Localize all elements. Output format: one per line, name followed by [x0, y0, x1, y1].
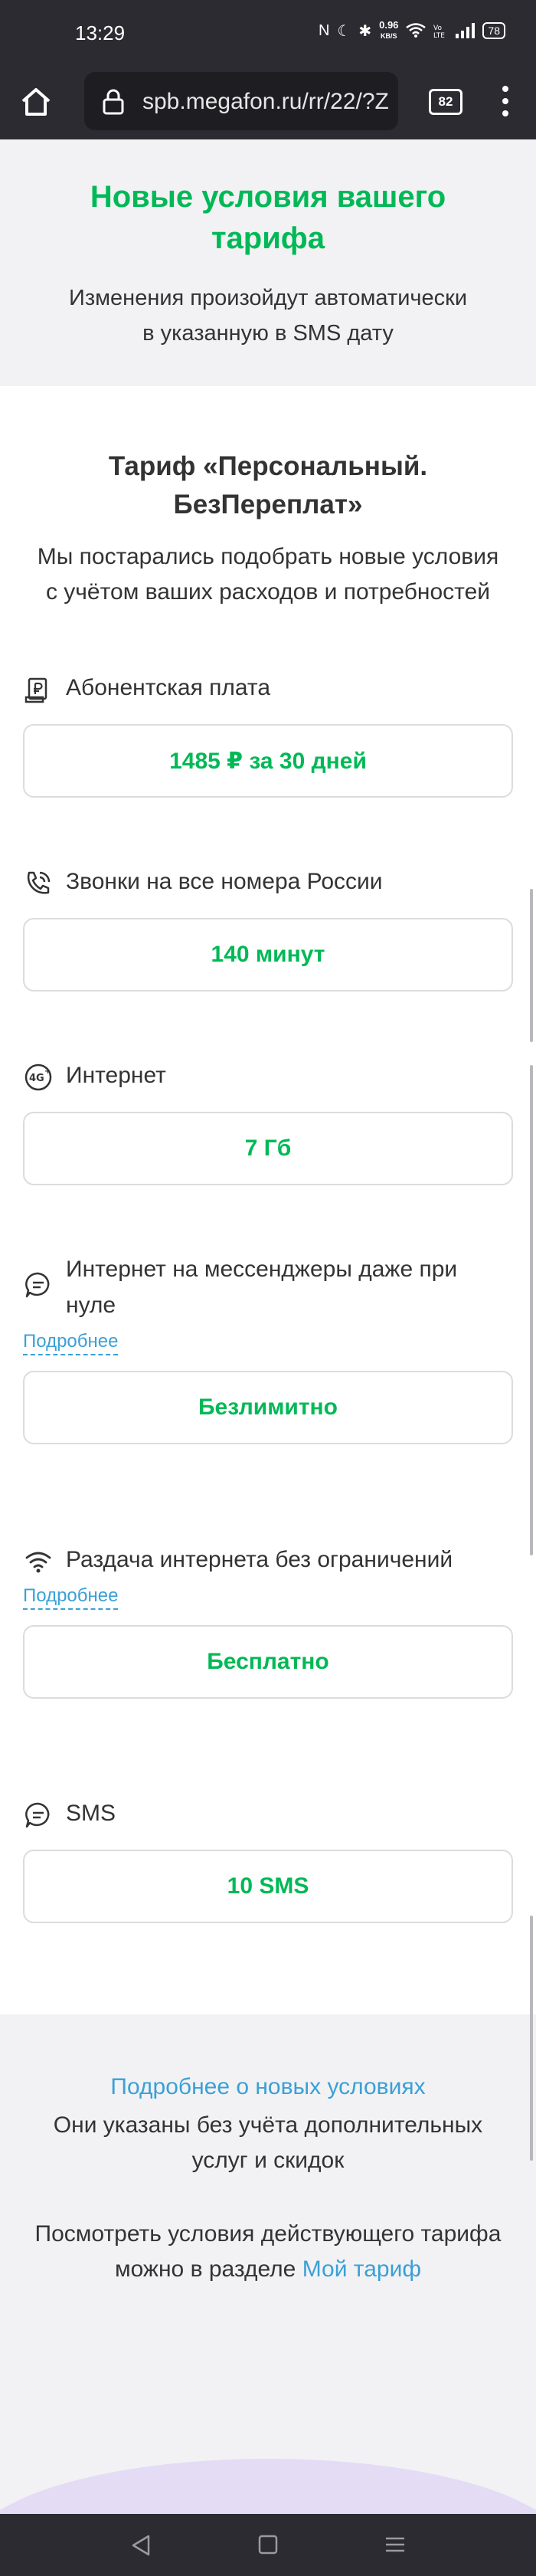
- network-speed: 0.96 KB/S: [379, 20, 398, 41]
- speed-value: 0.96: [379, 19, 399, 31]
- svg-text:+: +: [44, 1067, 51, 1076]
- wifi-status-icon: [406, 23, 427, 38]
- signal-icon: [456, 23, 476, 38]
- footer-note: Они указаны без учёта дополнительных услу…: [53, 2112, 483, 2173]
- feature-calls: Звонки на все номера России 140 минут: [23, 864, 513, 991]
- bluetooth-icon: ✱: [358, 22, 372, 40]
- chat-icon: [25, 1272, 50, 1298]
- hero-subtitle: Изменения произойдут автоматически в указ…: [68, 286, 468, 346]
- feature-value-box: 1485 ₽ за 30 дней: [23, 724, 513, 798]
- feature-value-box: 10 SMS: [23, 1850, 513, 1923]
- feature-label: Интернет: [66, 1063, 166, 1088]
- status-bar: 13:29 N ☾ ✱ 0.96 KB/S Vo LTE 78: [0, 0, 536, 66]
- status-time: 13:29: [75, 21, 126, 44]
- tab-switcher-button[interactable]: 82: [429, 89, 462, 115]
- feature-value-box: Бесплатно: [23, 1625, 513, 1699]
- recents-icon[interactable]: [384, 2534, 406, 2555]
- feature-subscription-fee: Абонентская плата 1485 ₽ за 30 дней: [23, 670, 513, 798]
- feature-label: Абонентская плата: [66, 675, 271, 700]
- system-nav-bar: [0, 2514, 536, 2576]
- back-icon[interactable]: [130, 2534, 152, 2557]
- my-tariff-link[interactable]: Мой тариф: [302, 2256, 421, 2282]
- feature-value-box: Безлимитно: [23, 1371, 513, 1444]
- volte-icon: VoLTE: [433, 25, 445, 38]
- feature-sms: SMS 10 SMS: [23, 1795, 513, 1923]
- feature-internet: 4G + Интернет 7 Гб: [23, 1057, 513, 1185]
- feature-label: SMS: [66, 1801, 116, 1826]
- current-tariff-text: Посмотреть условия действующего тарифа мо…: [34, 2221, 502, 2282]
- battery-icon: 78: [482, 22, 505, 39]
- page-title: Новые условия вашего тарифа: [90, 180, 446, 255]
- address-bar[interactable]: spb.megafon.ru/rr/22/?Z: [84, 72, 398, 130]
- feature-messengers: Интернет на мессенджеры даже при нуле Под…: [23, 1251, 513, 1444]
- scrollbar[interactable]: [530, 1916, 533, 2161]
- hero-section: Новые условия вашего тарифа Изменения пр…: [0, 139, 536, 386]
- url-text[interactable]: spb.megafon.ru/rr/22/?Z: [142, 89, 389, 115]
- home-icon[interactable]: [18, 84, 54, 120]
- feature-label: Интернет на мессенджеры даже при нуле: [66, 1257, 458, 1318]
- overflow-menu-icon[interactable]: [501, 86, 510, 123]
- speed-unit: KB/S: [381, 32, 397, 40]
- more-link[interactable]: Подробнее: [23, 1331, 119, 1355]
- decorative-wave: [0, 2459, 536, 2514]
- phone-call-icon: [27, 871, 51, 894]
- tariff-card: Тариф «Персональный. БезПереплат» Мы пост…: [0, 386, 536, 2014]
- feature-tethering: Раздача интернета без ограничений Подроб…: [23, 1542, 513, 1699]
- status-icons: N ☾ ✱ 0.96 KB/S Vo LTE 78: [319, 20, 505, 41]
- feature-value-box: 140 минут: [23, 918, 513, 991]
- scrollbar[interactable]: [530, 1065, 533, 1555]
- svg-text:4G: 4G: [29, 1073, 44, 1084]
- tariff-title: Тариф «Персональный. БезПереплат»: [108, 451, 428, 519]
- wifi-icon: [25, 1552, 51, 1573]
- feature-label: Раздача интернета без ограничений: [66, 1547, 453, 1572]
- new-conditions-link[interactable]: Подробнее о новых условиях: [0, 2074, 536, 2100]
- nfc-icon: N: [318, 21, 330, 39]
- sms-icon: [25, 1802, 50, 1828]
- scrollbar[interactable]: [530, 889, 533, 1042]
- moon-icon: ☾: [337, 22, 351, 40]
- feature-value-box: 7 Гб: [23, 1112, 513, 1185]
- footer-section: Подробнее о новых условиях Они указаны б…: [0, 2014, 536, 2514]
- svg-text:LTE: LTE: [433, 32, 445, 38]
- tariff-description: Мы постарались подобрать новые условия с …: [37, 544, 499, 605]
- browser-toolbar: spb.megafon.ru/rr/22/?Z 82: [0, 66, 536, 139]
- ruble-doc-icon: [25, 677, 47, 703]
- svg-text:Vo: Vo: [433, 25, 442, 32]
- more-link[interactable]: Подробнее: [23, 1585, 119, 1610]
- home-nav-icon[interactable]: [257, 2534, 279, 2555]
- 4g-icon: 4G+: [25, 1064, 52, 1091]
- feature-label: Звонки на все номера России: [66, 869, 383, 894]
- lock-icon[interactable]: [101, 89, 126, 115]
